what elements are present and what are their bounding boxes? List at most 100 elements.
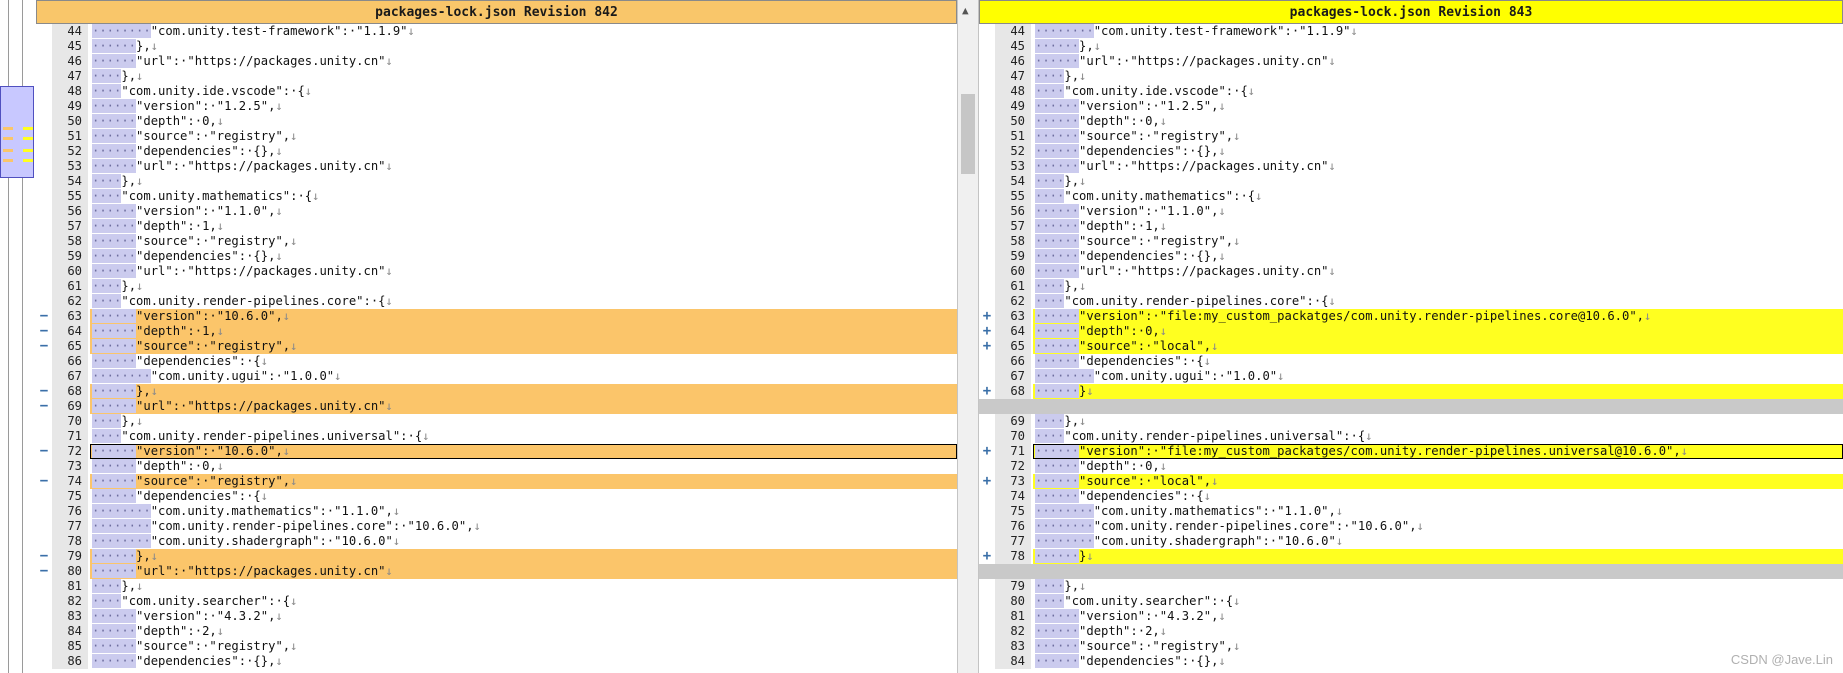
- code-line[interactable]: 51 ······"source":·"registry",↓: [979, 129, 1843, 144]
- code-line[interactable]: +73 ······"source":·"local",↓: [979, 474, 1843, 489]
- code-line[interactable]: 54 ····},↓: [36, 174, 957, 189]
- code-line[interactable]: −80 ······"url":·"https://packages.unity.…: [36, 564, 957, 579]
- whitespace-indent: ······: [1035, 219, 1080, 233]
- code-line[interactable]: 70 ····},↓: [36, 414, 957, 429]
- code-line[interactable]: 69 ····},↓: [979, 414, 1843, 429]
- code-line[interactable]: 72 ······"depth":·0,↓: [979, 459, 1843, 474]
- code-line[interactable]: 50 ······"depth":·0,↓: [36, 114, 957, 129]
- code-line[interactable]: 54 ····},↓: [979, 174, 1843, 189]
- code-line[interactable]: −65 ······"source":·"registry",↓: [36, 339, 957, 354]
- code-line[interactable]: 66 ······"dependencies":·{↓: [36, 354, 957, 369]
- code-line[interactable]: 45 ······},↓: [979, 39, 1843, 54]
- code-line[interactable]: 53 ······"url":·"https://packages.unity.c…: [36, 159, 957, 174]
- code-line[interactable]: 51 ······"source":·"registry",↓: [36, 129, 957, 144]
- code-line[interactable]: 46 ······"url":·"https://packages.unity.c…: [36, 54, 957, 69]
- code-line[interactable]: 53 ······"url":·"https://packages.unity.c…: [979, 159, 1843, 174]
- code-line[interactable]: 73 ······"depth":·0,↓: [36, 459, 957, 474]
- code-line[interactable]: +63 ······"version":·"file:my_custom_pack…: [979, 309, 1843, 324]
- code-line[interactable]: +65 ······"source":·"local",↓: [979, 339, 1843, 354]
- code-line[interactable]: −63 ······"version":·"10.6.0",↓: [36, 309, 957, 324]
- code-line[interactable]: 60 ······"url":·"https://packages.unity.c…: [36, 264, 957, 279]
- code-line[interactable]: −68 ······},↓: [36, 384, 957, 399]
- code-line[interactable]: 77 ········"com.unity.render-pipelines.co…: [36, 519, 957, 534]
- code-line[interactable]: 50 ······"depth":·0,↓: [979, 114, 1843, 129]
- code-line[interactable]: 57 ······"depth":·1,↓: [36, 219, 957, 234]
- code-line[interactable]: 62 ····"com.unity.render-pipelines.core":…: [979, 294, 1843, 309]
- code-line[interactable]: −64 ······"depth":·1,↓: [36, 324, 957, 339]
- code-line[interactable]: 82 ····"com.unity.searcher":·{↓: [36, 594, 957, 609]
- code-line[interactable]: 61 ····},↓: [979, 279, 1843, 294]
- code-line[interactable]: 56 ······"version":·"1.1.0",↓: [979, 204, 1843, 219]
- code-line[interactable]: 59 ······"dependencies":·{},↓: [979, 249, 1843, 264]
- code-line[interactable]: 75 ······"dependencies":·{↓: [36, 489, 957, 504]
- code-line[interactable]: −74 ······"source":·"registry",↓: [36, 474, 957, 489]
- code-line[interactable]: 75 ········"com.unity.mathematics":·"1.1.…: [979, 504, 1843, 519]
- code-line[interactable]: +64 ······"depth":·0,↓: [979, 324, 1843, 339]
- left-code-lines[interactable]: 44 ········"com.unity.test-framework":·"1…: [36, 24, 957, 669]
- code-line[interactable]: 55 ····"com.unity.mathematics":·{↓: [36, 189, 957, 204]
- code-line[interactable]: 48 ····"com.unity.ide.vscode":·{↓: [36, 84, 957, 99]
- code-line[interactable]: 44 ········"com.unity.test-framework":·"1…: [979, 24, 1843, 39]
- code-line[interactable]: 74 ······"dependencies":·{↓: [979, 489, 1843, 504]
- code-line[interactable]: 81 ······"version":·"4.3.2",↓: [979, 609, 1843, 624]
- code-line[interactable]: 52 ······"dependencies":·{},↓: [979, 144, 1843, 159]
- code-line[interactable]: 67 ········"com.unity.ugui":·"1.0.0"↓: [36, 369, 957, 384]
- code-line[interactable]: 67 ········"com.unity.ugui":·"1.0.0"↓: [979, 369, 1843, 384]
- code-line[interactable]: 66 ······"dependencies":·{↓: [979, 354, 1843, 369]
- code-line[interactable]: 77 ········"com.unity.shadergraph":·"10.6…: [979, 534, 1843, 549]
- code-line[interactable]: 47 ····},↓: [979, 69, 1843, 84]
- code-line[interactable]: 84 ······"depth":·2,↓: [36, 624, 957, 639]
- code-line[interactable]: 76 ········"com.unity.mathematics":·"1.1.…: [36, 504, 957, 519]
- code-line[interactable]: −79 ······},↓: [36, 549, 957, 564]
- code-line[interactable]: 85 ······"source":·"registry",↓: [36, 639, 957, 654]
- code-line[interactable]: 83 ······"source":·"registry",↓: [979, 639, 1843, 654]
- code-line[interactable]: 62 ····"com.unity.render-pipelines.core":…: [36, 294, 957, 309]
- code-line[interactable]: −69 ······"url":·"https://packages.unity.…: [36, 399, 957, 414]
- diff-empty-line[interactable]: [979, 564, 1843, 579]
- code-line[interactable]: 76 ········"com.unity.render-pipelines.co…: [979, 519, 1843, 534]
- code-line[interactable]: 80 ····"com.unity.searcher":·{↓: [979, 594, 1843, 609]
- code-line[interactable]: 81 ····},↓: [36, 579, 957, 594]
- code-line[interactable]: +78 ······}↓: [979, 549, 1843, 564]
- diff-locator-gutter[interactable]: [0, 0, 36, 673]
- right-diff-pane[interactable]: packages-lock.json Revision 843 44 ······…: [979, 0, 1843, 673]
- left-diff-pane[interactable]: packages-lock.json Revision 842 44 ······…: [36, 0, 957, 673]
- code-line[interactable]: −72 ······"version":·"10.6.0",↓: [36, 444, 957, 459]
- scrollbar-thumb[interactable]: [961, 94, 975, 174]
- code-line[interactable]: 83 ······"version":·"4.3.2",↓: [36, 609, 957, 624]
- code-line[interactable]: 61 ····},↓: [36, 279, 957, 294]
- code-line[interactable]: 82 ······"depth":·2,↓: [979, 624, 1843, 639]
- whitespace-indent: ······: [1035, 474, 1080, 488]
- code-line[interactable]: 58 ······"source":·"registry",↓: [979, 234, 1843, 249]
- code-line[interactable]: 60 ······"url":·"https://packages.unity.c…: [979, 264, 1843, 279]
- code-line[interactable]: 47 ····},↓: [36, 69, 957, 84]
- code-line[interactable]: 48 ····"com.unity.ide.vscode":·{↓: [979, 84, 1843, 99]
- code-line[interactable]: 46 ······"url":·"https://packages.unity.c…: [979, 54, 1843, 69]
- code-line[interactable]: 78 ········"com.unity.shadergraph":·"10.6…: [36, 534, 957, 549]
- code-line[interactable]: 70 ····"com.unity.render-pipelines.univer…: [979, 429, 1843, 444]
- code-line[interactable]: +68 ······}↓: [979, 384, 1843, 399]
- code-line[interactable]: 57 ······"depth":·1,↓: [979, 219, 1843, 234]
- code-line[interactable]: 45 ······},↓: [36, 39, 957, 54]
- code-line[interactable]: +71 ······"version":·"file:my_custom_pack…: [979, 444, 1843, 459]
- code-line[interactable]: 71 ····"com.unity.render-pipelines.univer…: [36, 429, 957, 444]
- code-line[interactable]: 52 ······"dependencies":·{},↓: [36, 144, 957, 159]
- code-text: "depth":·1,: [136, 219, 217, 233]
- code-line[interactable]: 59 ······"dependencies":·{},↓: [36, 249, 957, 264]
- diff-empty-line[interactable]: [979, 399, 1843, 414]
- code-line[interactable]: 79 ····},↓: [979, 579, 1843, 594]
- code-line[interactable]: 86 ······"dependencies":·{},↓: [36, 654, 957, 669]
- code-line[interactable]: 58 ······"source":·"registry",↓: [36, 234, 957, 249]
- code-line[interactable]: 44 ········"com.unity.test-framework":·"1…: [36, 24, 957, 39]
- code-line[interactable]: 49 ······"version":·"1.2.5",↓: [979, 99, 1843, 114]
- left-pane-scrollbar[interactable]: ▲: [957, 0, 979, 673]
- code-line[interactable]: 84 ······"dependencies":·{},↓: [979, 654, 1843, 669]
- line-code: ····"com.unity.ide.vscode":·{↓: [1033, 84, 1843, 99]
- up-arrow-icon[interactable]: ▲: [962, 4, 969, 17]
- code-line[interactable]: 49 ······"version":·"1.2.5",↓: [36, 99, 957, 114]
- line-marker: [36, 489, 52, 504]
- right-code-lines[interactable]: 44 ········"com.unity.test-framework":·"1…: [979, 24, 1843, 669]
- code-line[interactable]: 56 ······"version":·"1.1.0",↓: [36, 204, 957, 219]
- code-line[interactable]: 55 ····"com.unity.mathematics":·{↓: [979, 189, 1843, 204]
- locator-viewport[interactable]: [0, 86, 34, 178]
